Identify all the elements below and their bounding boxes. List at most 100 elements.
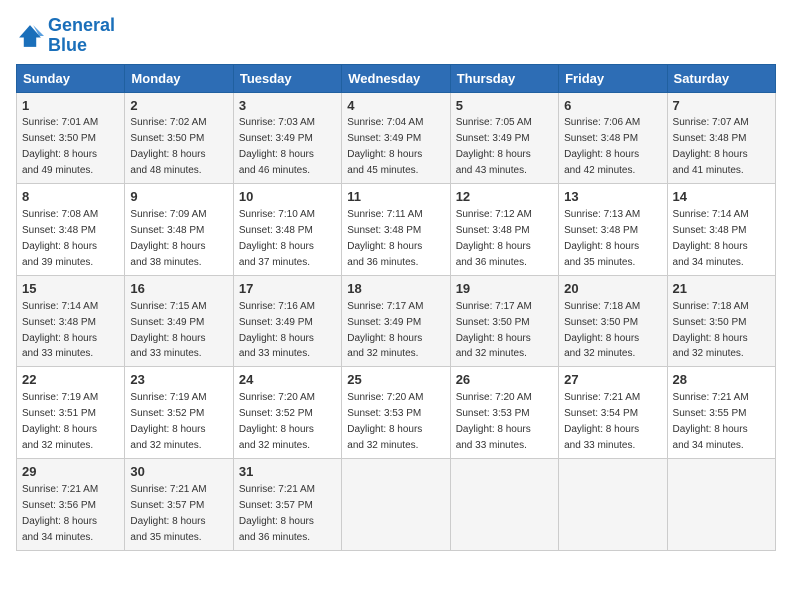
day-info: Sunrise: 7:17 AM Sunset: 3:49 PM Dayligh… (347, 301, 423, 360)
week-row-2: 8Sunrise: 7:08 AM Sunset: 3:48 PM Daylig… (17, 184, 776, 276)
day-info: Sunrise: 7:13 AM Sunset: 3:48 PM Dayligh… (564, 209, 640, 268)
day-number: 27 (564, 371, 661, 390)
day-info: Sunrise: 7:17 AM Sunset: 3:50 PM Dayligh… (456, 301, 532, 360)
day-info: Sunrise: 7:16 AM Sunset: 3:49 PM Dayligh… (239, 301, 315, 360)
day-number: 2 (130, 97, 227, 116)
calendar-cell: 27 Sunrise: 7:21 AM Sunset: 3:54 PM Dayli… (559, 367, 667, 459)
day-info: Sunrise: 7:21 AM Sunset: 3:55 PM Dayligh… (673, 392, 749, 451)
day-number: 12 (456, 188, 553, 207)
calendar-cell: 2Sunrise: 7:02 AM Sunset: 3:50 PM Daylig… (125, 92, 233, 184)
column-header-sunday: Sunday (17, 64, 125, 92)
calendar-cell (342, 458, 450, 550)
calendar-table: SundayMondayTuesdayWednesdayThursdayFrid… (16, 64, 776, 551)
day-info: Sunrise: 7:14 AM Sunset: 3:48 PM Dayligh… (22, 301, 98, 360)
week-row-5: 29Sunrise: 7:21 AM Sunset: 3:56 PM Dayli… (17, 458, 776, 550)
day-number: 1 (22, 97, 119, 116)
calendar-cell: 9 Sunrise: 7:09 AM Sunset: 3:48 PM Daylig… (125, 184, 233, 276)
day-number: 21 (673, 280, 770, 299)
day-info: Sunrise: 7:14 AM Sunset: 3:48 PM Dayligh… (673, 209, 749, 268)
day-info: Sunrise: 7:01 AM Sunset: 3:50 PM Dayligh… (22, 117, 98, 176)
column-header-monday: Monday (125, 64, 233, 92)
day-info: Sunrise: 7:20 AM Sunset: 3:52 PM Dayligh… (239, 392, 315, 451)
calendar-cell: 4Sunrise: 7:04 AM Sunset: 3:49 PM Daylig… (342, 92, 450, 184)
day-info: Sunrise: 7:21 AM Sunset: 3:54 PM Dayligh… (564, 392, 640, 451)
calendar-cell: 17 Sunrise: 7:16 AM Sunset: 3:49 PM Dayli… (233, 275, 341, 367)
logo-icon (16, 22, 44, 50)
day-number: 10 (239, 188, 336, 207)
day-number: 9 (130, 188, 227, 207)
column-header-thursday: Thursday (450, 64, 558, 92)
day-number: 29 (22, 463, 119, 482)
day-number: 13 (564, 188, 661, 207)
day-number: 20 (564, 280, 661, 299)
day-info: Sunrise: 7:11 AM Sunset: 3:48 PM Dayligh… (347, 209, 422, 268)
day-number: 7 (673, 97, 770, 116)
day-number: 18 (347, 280, 444, 299)
week-row-4: 22 Sunrise: 7:19 AM Sunset: 3:51 PM Dayli… (17, 367, 776, 459)
calendar-cell: 3Sunrise: 7:03 AM Sunset: 3:49 PM Daylig… (233, 92, 341, 184)
calendar-cell (667, 458, 775, 550)
calendar-cell (450, 458, 558, 550)
calendar-cell: 7Sunrise: 7:07 AM Sunset: 3:48 PM Daylig… (667, 92, 775, 184)
calendar-cell: 22 Sunrise: 7:19 AM Sunset: 3:51 PM Dayli… (17, 367, 125, 459)
day-info: Sunrise: 7:20 AM Sunset: 3:53 PM Dayligh… (347, 392, 423, 451)
column-header-saturday: Saturday (667, 64, 775, 92)
day-number: 3 (239, 97, 336, 116)
calendar-cell: 24 Sunrise: 7:20 AM Sunset: 3:52 PM Dayli… (233, 367, 341, 459)
calendar-cell: 13 Sunrise: 7:13 AM Sunset: 3:48 PM Dayli… (559, 184, 667, 276)
day-info: Sunrise: 7:10 AM Sunset: 3:48 PM Dayligh… (239, 209, 315, 268)
calendar-cell: 6Sunrise: 7:06 AM Sunset: 3:48 PM Daylig… (559, 92, 667, 184)
calendar-cell: 10 Sunrise: 7:10 AM Sunset: 3:48 PM Dayli… (233, 184, 341, 276)
calendar-cell: 23Sunrise: 7:19 AM Sunset: 3:52 PM Dayli… (125, 367, 233, 459)
calendar-cell: 15 Sunrise: 7:14 AM Sunset: 3:48 PM Dayli… (17, 275, 125, 367)
column-header-tuesday: Tuesday (233, 64, 341, 92)
day-info: Sunrise: 7:18 AM Sunset: 3:50 PM Dayligh… (673, 301, 749, 360)
day-number: 4 (347, 97, 444, 116)
week-row-3: 15 Sunrise: 7:14 AM Sunset: 3:48 PM Dayli… (17, 275, 776, 367)
calendar-cell: 19 Sunrise: 7:17 AM Sunset: 3:50 PM Dayli… (450, 275, 558, 367)
calendar-cell: 1Sunrise: 7:01 AM Sunset: 3:50 PM Daylig… (17, 92, 125, 184)
day-number: 26 (456, 371, 553, 390)
day-info: Sunrise: 7:19 AM Sunset: 3:52 PM Dayligh… (130, 392, 206, 451)
day-info: Sunrise: 7:05 AM Sunset: 3:49 PM Dayligh… (456, 117, 532, 176)
calendar-cell: 18 Sunrise: 7:17 AM Sunset: 3:49 PM Dayli… (342, 275, 450, 367)
day-number: 24 (239, 371, 336, 390)
calendar-cell: 12Sunrise: 7:12 AM Sunset: 3:48 PM Dayli… (450, 184, 558, 276)
day-number: 16 (130, 280, 227, 299)
calendar-cell (559, 458, 667, 550)
day-number: 14 (673, 188, 770, 207)
calendar-cell: 26 Sunrise: 7:20 AM Sunset: 3:53 PM Dayli… (450, 367, 558, 459)
day-info: Sunrise: 7:04 AM Sunset: 3:49 PM Dayligh… (347, 117, 423, 176)
calendar-cell: 21 Sunrise: 7:18 AM Sunset: 3:50 PM Dayli… (667, 275, 775, 367)
day-info: Sunrise: 7:02 AM Sunset: 3:50 PM Dayligh… (130, 117, 206, 176)
column-header-friday: Friday (559, 64, 667, 92)
calendar-cell: 31Sunrise: 7:21 AM Sunset: 3:57 PM Dayli… (233, 458, 341, 550)
day-info: Sunrise: 7:15 AM Sunset: 3:49 PM Dayligh… (130, 301, 206, 360)
day-number: 15 (22, 280, 119, 299)
day-number: 25 (347, 371, 444, 390)
day-number: 17 (239, 280, 336, 299)
calendar-cell: 5Sunrise: 7:05 AM Sunset: 3:49 PM Daylig… (450, 92, 558, 184)
calendar-cell: 28 Sunrise: 7:21 AM Sunset: 3:55 PM Dayli… (667, 367, 775, 459)
day-number: 6 (564, 97, 661, 116)
day-info: Sunrise: 7:03 AM Sunset: 3:49 PM Dayligh… (239, 117, 315, 176)
day-number: 31 (239, 463, 336, 482)
day-info: Sunrise: 7:20 AM Sunset: 3:53 PM Dayligh… (456, 392, 532, 451)
logo: General Blue (16, 16, 115, 56)
logo-text: General Blue (48, 16, 115, 56)
day-number: 30 (130, 463, 227, 482)
column-header-wednesday: Wednesday (342, 64, 450, 92)
day-info: Sunrise: 7:09 AM Sunset: 3:48 PM Dayligh… (130, 209, 206, 268)
day-info: Sunrise: 7:19 AM Sunset: 3:51 PM Dayligh… (22, 392, 98, 451)
day-info: Sunrise: 7:18 AM Sunset: 3:50 PM Dayligh… (564, 301, 640, 360)
day-info: Sunrise: 7:06 AM Sunset: 3:48 PM Dayligh… (564, 117, 640, 176)
day-number: 5 (456, 97, 553, 116)
day-number: 11 (347, 188, 444, 207)
calendar-cell: 20 Sunrise: 7:18 AM Sunset: 3:50 PM Dayli… (559, 275, 667, 367)
day-number: 28 (673, 371, 770, 390)
header: General Blue (16, 16, 776, 56)
calendar-cell: 30Sunrise: 7:21 AM Sunset: 3:57 PM Dayli… (125, 458, 233, 550)
day-number: 8 (22, 188, 119, 207)
day-number: 19 (456, 280, 553, 299)
day-number: 22 (22, 371, 119, 390)
